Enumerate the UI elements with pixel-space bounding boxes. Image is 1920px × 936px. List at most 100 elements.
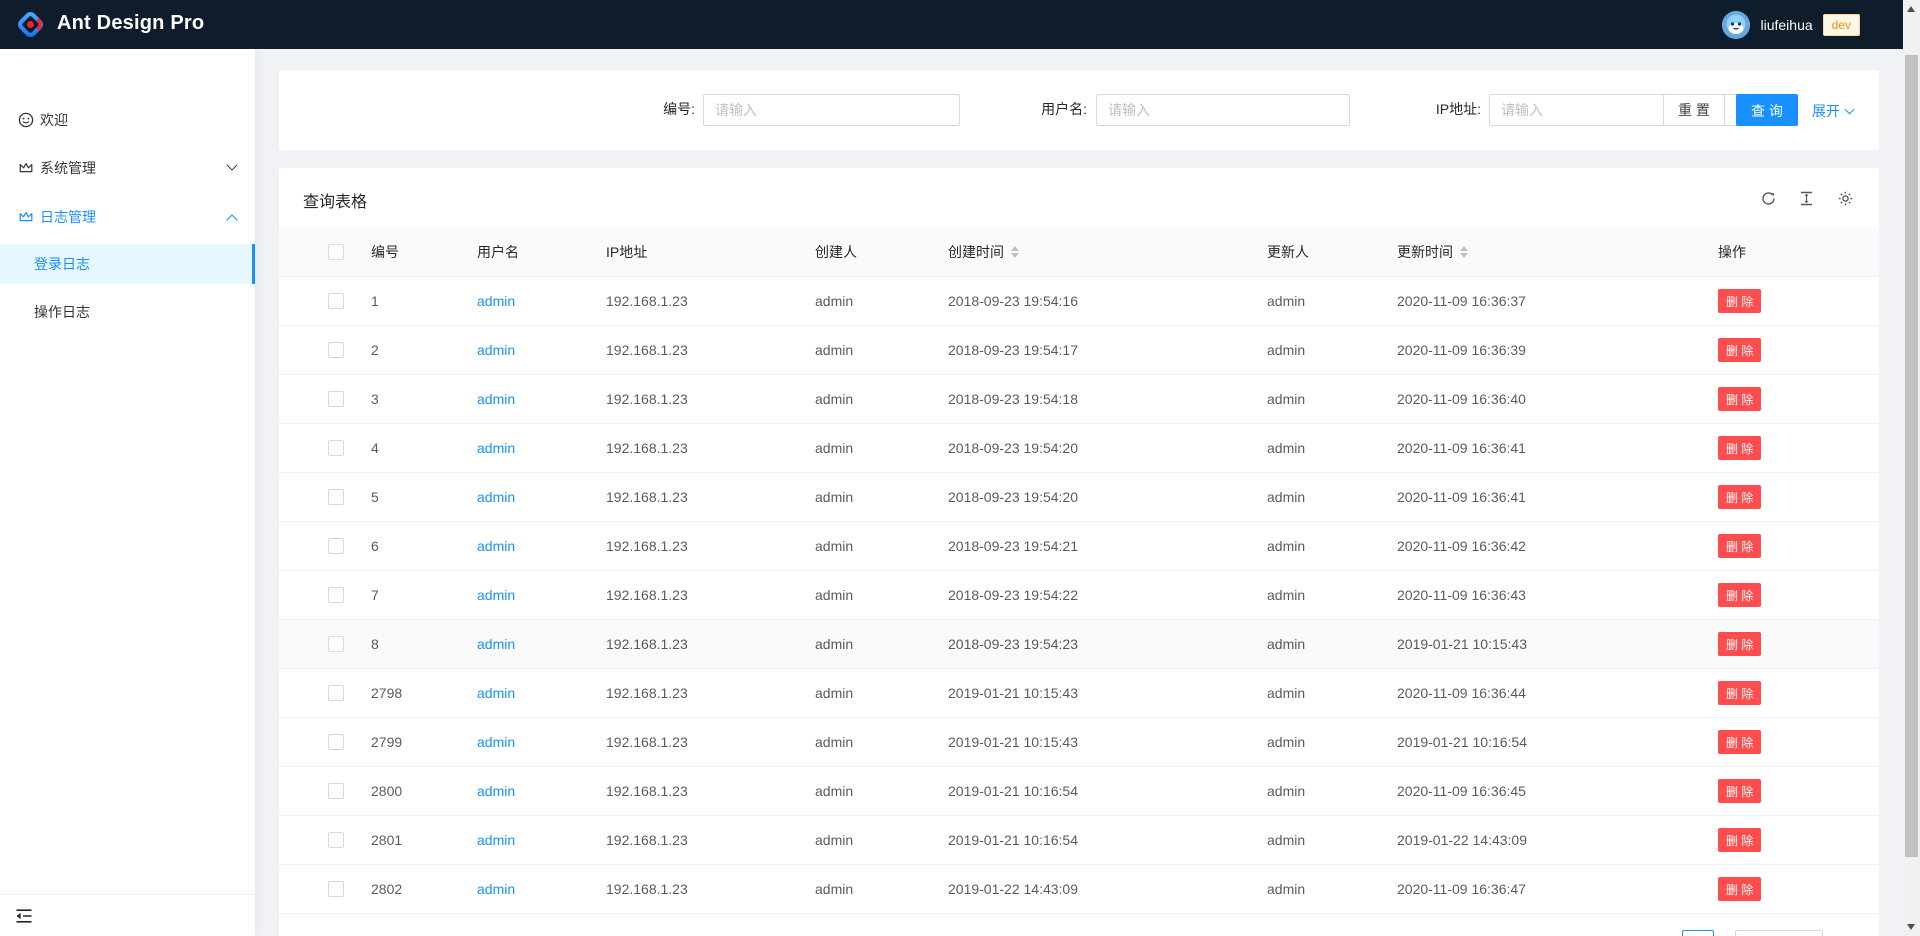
user-avatar[interactable]: [1722, 11, 1750, 39]
username-link[interactable]: admin: [477, 734, 515, 750]
username-link[interactable]: admin: [477, 685, 515, 701]
expand-link[interactable]: 展开: [1812, 101, 1853, 121]
delete-button[interactable]: 删 除: [1718, 583, 1761, 607]
scrollbar-thumb[interactable]: [1905, 55, 1918, 857]
row-id: 6: [371, 538, 379, 554]
table-row: 2admin192.168.1.23admin2018-09-23 19:54:…: [279, 326, 1879, 375]
row-id: 2801: [371, 832, 402, 848]
row-ip: 192.168.1.23: [606, 783, 688, 799]
col-header-id: 编号: [371, 228, 399, 276]
row-id: 2798: [371, 685, 402, 701]
sidebar-item-system-management[interactable]: 系统管理: [0, 148, 255, 188]
username-link[interactable]: admin: [477, 391, 515, 407]
row-checkbox[interactable]: [328, 440, 344, 456]
row-checkbox[interactable]: [328, 489, 344, 505]
delete-button[interactable]: 删 除: [1718, 632, 1761, 656]
row-id: 2: [371, 342, 379, 358]
table-row: 2798admin192.168.1.23admin2019-01-21 10:…: [279, 669, 1879, 718]
column-height-icon[interactable]: [1798, 190, 1815, 207]
row-checkbox[interactable]: [328, 783, 344, 799]
delete-button[interactable]: 删 除: [1718, 289, 1761, 313]
delete-button[interactable]: 删 除: [1718, 485, 1761, 509]
username-link[interactable]: admin: [477, 832, 515, 848]
row-updater: admin: [1267, 391, 1305, 407]
row-checkbox[interactable]: [328, 636, 344, 652]
username-link[interactable]: admin: [477, 636, 515, 652]
row-updater: admin: [1267, 293, 1305, 309]
username-link[interactable]: admin: [477, 783, 515, 799]
sidebar-item-log-management[interactable]: 日志管理: [0, 197, 255, 237]
username-link[interactable]: admin: [477, 293, 515, 309]
delete-button[interactable]: 删 除: [1718, 681, 1761, 705]
delete-button[interactable]: 删 除: [1718, 828, 1761, 852]
row-creator: admin: [815, 587, 853, 603]
page-size-select[interactable]: [1735, 930, 1823, 936]
row-checkbox[interactable]: [328, 538, 344, 554]
app-logo-icon[interactable]: [14, 8, 47, 41]
col-header-action: 操作: [1718, 228, 1746, 276]
vertical-scrollbar[interactable]: [1903, 0, 1920, 936]
setting-icon[interactable]: [1837, 190, 1854, 207]
username-link[interactable]: admin: [477, 881, 515, 897]
row-checkbox[interactable]: [328, 881, 344, 897]
row-creator: admin: [815, 734, 853, 750]
delete-button[interactable]: 删 除: [1718, 730, 1761, 754]
username-link[interactable]: admin: [477, 538, 515, 554]
row-checkbox[interactable]: [328, 293, 344, 309]
username-link[interactable]: admin: [477, 342, 515, 358]
search-button[interactable]: 查 询: [1736, 94, 1798, 126]
row-created-time: 2018-09-23 19:54:20: [948, 489, 1078, 505]
table-row: 2800admin192.168.1.23admin2019-01-21 10:…: [279, 767, 1879, 816]
sidebar-item-welcome[interactable]: 欢迎: [0, 100, 255, 140]
select-all-checkbox[interactable]: [328, 244, 344, 260]
reset-button[interactable]: 重 置: [1663, 94, 1725, 126]
row-id: 7: [371, 587, 379, 603]
table-row: 1admin192.168.1.23admin2018-09-23 19:54:…: [279, 277, 1879, 326]
row-updater: admin: [1267, 587, 1305, 603]
delete-button[interactable]: 删 除: [1718, 387, 1761, 411]
delete-button[interactable]: 删 除: [1718, 534, 1761, 558]
username-text[interactable]: liufeihua: [1760, 17, 1812, 33]
app-header: Ant Design Pro liufeihua dev: [0, 0, 1920, 49]
crown-icon: [18, 209, 34, 225]
row-updated-time: 2020-11-09 16:36:42: [1397, 538, 1526, 554]
row-updated-time: 2020-11-09 16:36:44: [1397, 685, 1526, 701]
delete-button[interactable]: 删 除: [1718, 436, 1761, 460]
row-updated-time: 2020-11-09 16:36:41: [1397, 440, 1526, 456]
delete-button[interactable]: 删 除: [1718, 779, 1761, 803]
username-link[interactable]: admin: [477, 587, 515, 603]
id-input[interactable]: [703, 94, 960, 126]
row-created-time: 2018-09-23 19:54:21: [948, 538, 1078, 554]
scroll-down-arrow-icon[interactable]: [1907, 924, 1915, 930]
username-link[interactable]: admin: [477, 440, 515, 456]
username-link[interactable]: admin: [477, 489, 515, 505]
sidebar-item-operation-log[interactable]: 操作日志: [0, 292, 255, 332]
col-header-created-time[interactable]: 创建时间: [948, 228, 1019, 276]
row-ip: 192.168.1.23: [606, 881, 688, 897]
env-tag: dev: [1823, 14, 1860, 36]
row-checkbox[interactable]: [328, 391, 344, 407]
row-checkbox[interactable]: [328, 587, 344, 603]
table-toolbar: 查询表格: [279, 168, 1879, 228]
menu-fold-icon[interactable]: [15, 907, 33, 925]
sidebar-item-login-log[interactable]: 登录日志: [0, 244, 255, 284]
row-checkbox[interactable]: [328, 342, 344, 358]
col-header-updated-time[interactable]: 更新时间: [1397, 228, 1468, 276]
reload-icon[interactable]: [1760, 190, 1777, 207]
delete-button[interactable]: 删 除: [1718, 338, 1761, 362]
row-ip: 192.168.1.23: [606, 391, 688, 407]
scroll-up-arrow-icon[interactable]: [1907, 6, 1915, 12]
field-label-id: 编号:: [579, 99, 695, 119]
app-title: Ant Design Pro: [57, 12, 204, 35]
row-checkbox[interactable]: [328, 832, 344, 848]
row-updater: admin: [1267, 783, 1305, 799]
row-updated-time: 2019-01-21 10:15:43: [1397, 636, 1527, 652]
sorter-icon[interactable]: [1011, 246, 1019, 258]
row-checkbox[interactable]: [328, 734, 344, 750]
pagination-page-1-button[interactable]: [1682, 930, 1714, 936]
sorter-icon[interactable]: [1460, 246, 1468, 258]
username-input[interactable]: [1096, 94, 1350, 126]
col-header-username: 用户名: [477, 228, 519, 276]
delete-button[interactable]: 删 除: [1718, 877, 1761, 901]
row-checkbox[interactable]: [328, 685, 344, 701]
